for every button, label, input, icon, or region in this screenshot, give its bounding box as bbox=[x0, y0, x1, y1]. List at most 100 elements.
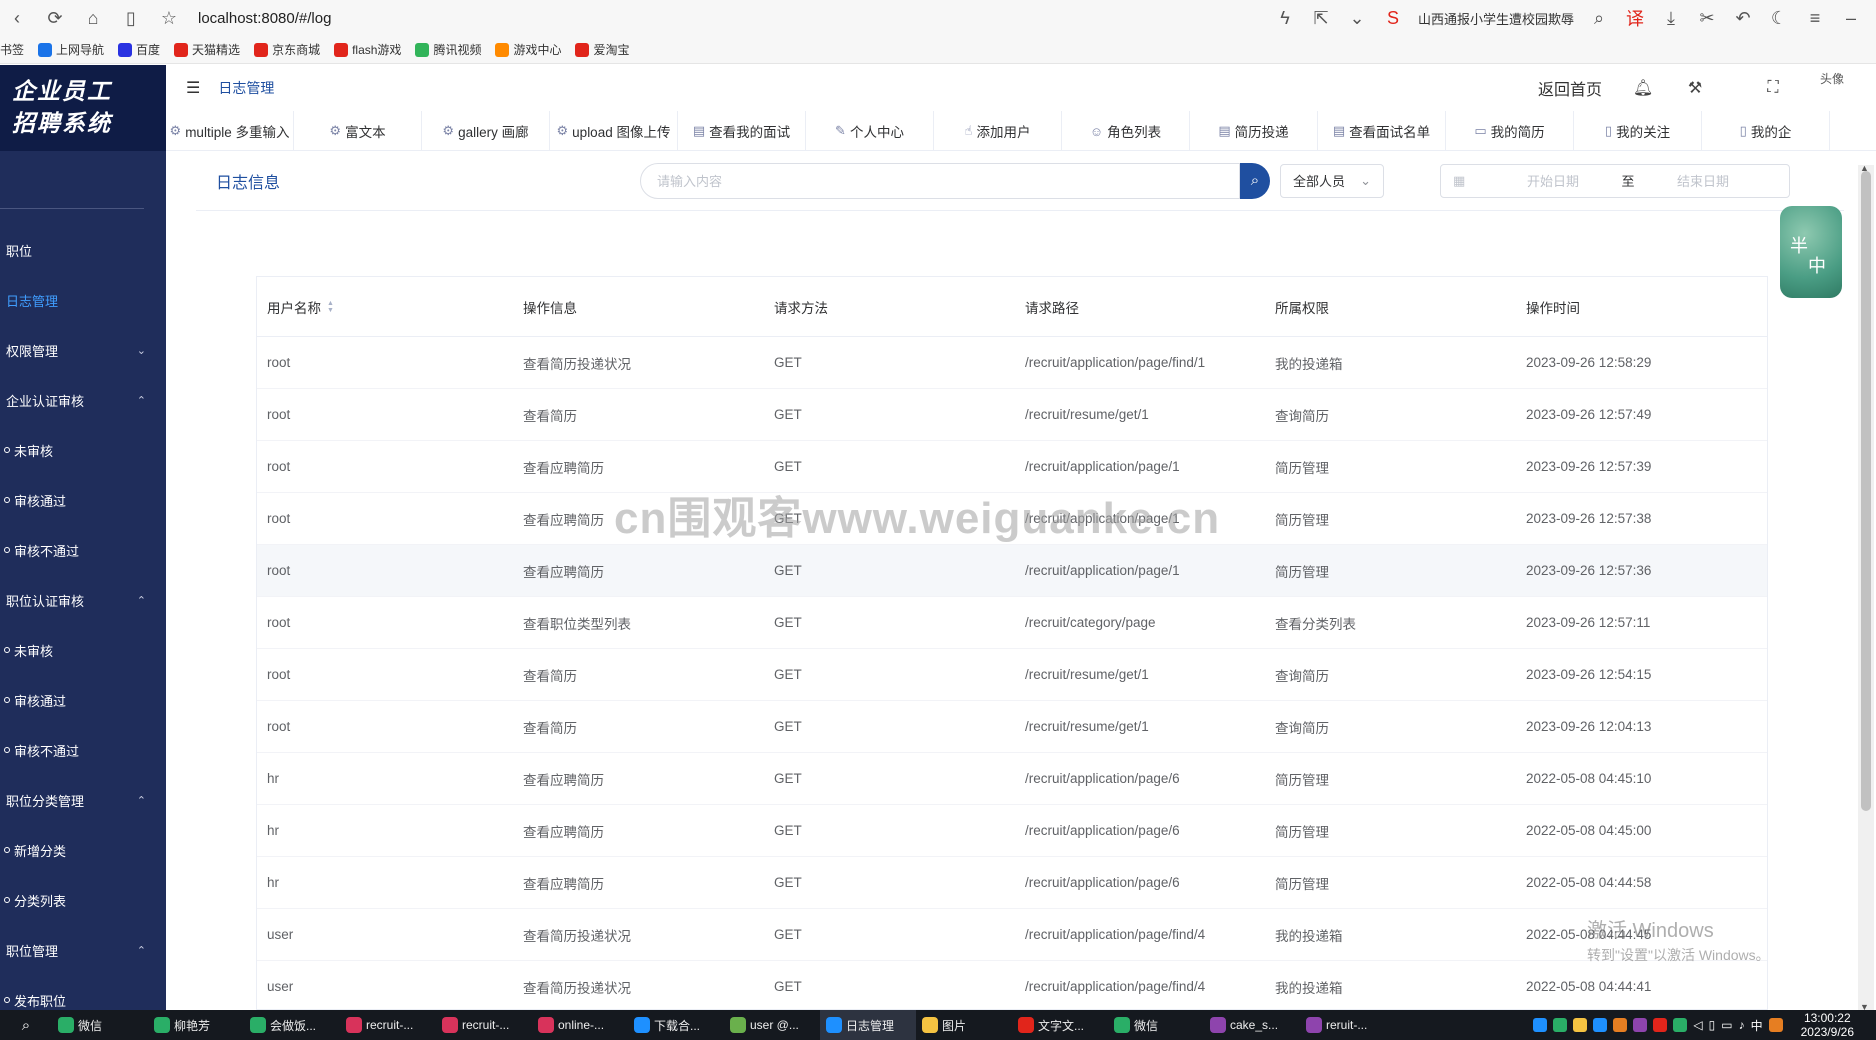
avatar[interactable]: 头像 bbox=[1814, 73, 1850, 103]
speaker-icon[interactable]: ♪ bbox=[1739, 1018, 1745, 1032]
system-clock[interactable]: 13:00:22 2023/9/26 bbox=[1789, 1011, 1866, 1039]
home-link[interactable]: 返回首页 bbox=[1538, 76, 1602, 100]
sort-icon[interactable]: ▲ ▼ bbox=[327, 300, 334, 314]
taskbar-app[interactable]: 会做饭... bbox=[244, 1010, 340, 1040]
search-engine-icon[interactable]: S bbox=[1382, 7, 1404, 29]
tray-app-icon[interactable] bbox=[1573, 1018, 1588, 1032]
sidebar-item[interactable]: 日志管理 bbox=[0, 275, 166, 325]
ime-floating-widget[interactable]: 半 中 bbox=[1780, 206, 1842, 298]
address-bar[interactable]: localhost:8080/#/log bbox=[190, 4, 1274, 32]
table-row[interactable]: hr 查看应聘简历 GET/recruit/application/page/6 简历… bbox=[257, 805, 1767, 857]
menu-icon[interactable]: ≡ bbox=[1804, 7, 1826, 29]
tab-item[interactable]: ▤ 查看面试名单 bbox=[1318, 111, 1446, 150]
tab-item[interactable]: ✎ 个人中心 bbox=[806, 111, 934, 150]
taskbar-app[interactable]: 图片 bbox=[916, 1010, 1012, 1040]
tab-item[interactable]: ⚙ 富文本 bbox=[294, 111, 422, 150]
chevron-down-icon[interactable]: ⌄ bbox=[1346, 7, 1368, 29]
date-range-picker[interactable]: ▦ 开始日期 至 结束日期 bbox=[1440, 163, 1790, 198]
table-row[interactable]: root 查看简历 GET/recruit/resume/get/1 查询简历 2023… bbox=[257, 389, 1767, 441]
sidebar-subitem[interactable]: 审核不通过 bbox=[0, 725, 166, 775]
tab-item[interactable]: ☺ 角色列表 bbox=[1062, 111, 1190, 150]
taskbar-app[interactable]: recruit-... bbox=[436, 1010, 532, 1040]
page-scrollbar[interactable]: ▲ ▼ bbox=[1858, 163, 1874, 1012]
sidebar-group[interactable]: 企业认证审核 ⌃ bbox=[0, 375, 166, 425]
tab-item[interactable]: ▯ 我的关注 bbox=[1574, 111, 1702, 150]
battery-icon[interactable]: ▯ bbox=[1709, 1018, 1716, 1032]
tab-item[interactable]: ▭ 我的简历 bbox=[1446, 111, 1574, 150]
volume-icon[interactable]: ◁ bbox=[1693, 1018, 1702, 1032]
download-icon[interactable]: ⤓ bbox=[1660, 7, 1682, 29]
start-date-input[interactable]: 开始日期 bbox=[1493, 171, 1613, 190]
sidebar-subitem[interactable]: 发布职位 bbox=[0, 975, 166, 1010]
table-row[interactable]: hr 查看应聘简历 GET/recruit/application/page/6 简历… bbox=[257, 857, 1767, 909]
taskbar-app[interactable]: reruit-... bbox=[1300, 1010, 1396, 1040]
sidebar-group[interactable]: 职位认证审核 ⌃ bbox=[0, 575, 166, 625]
sidebar-group[interactable]: 权限管理 ⌄ bbox=[0, 325, 166, 375]
taskbar-app[interactable]: user @... bbox=[724, 1010, 820, 1040]
tray-app-icon[interactable] bbox=[1533, 1018, 1548, 1032]
home-icon[interactable]: ⌂ bbox=[82, 7, 104, 29]
scissors-icon[interactable]: ✂ bbox=[1696, 7, 1718, 29]
bookmark-item[interactable]: 爱淘宝 bbox=[575, 41, 629, 58]
search-button[interactable]: ⌕ bbox=[1240, 162, 1270, 199]
hamburger-icon[interactable]: ☰ bbox=[186, 78, 200, 98]
table-row[interactable]: root 查看简历 GET/recruit/resume/get/1 查询简历 2023… bbox=[257, 649, 1767, 701]
tray-app-icon[interactable] bbox=[1613, 1018, 1628, 1032]
tab-item[interactable]: ⚙ gallery 画廊 bbox=[422, 111, 550, 150]
sidebar-item[interactable]: 职位 bbox=[0, 225, 166, 275]
sidebar-group[interactable]: 职位管理 ⌃ bbox=[0, 925, 166, 975]
taskbar-app[interactable]: 日志管理 bbox=[820, 1010, 916, 1040]
ime-indicator[interactable]: 中 bbox=[1751, 1017, 1763, 1034]
moon-icon[interactable]: ☾ bbox=[1768, 7, 1790, 29]
search-icon[interactable]: ⌕ bbox=[1588, 7, 1610, 29]
tab-item[interactable]: ⚙ upload 图像上传 bbox=[550, 111, 678, 150]
tab-item[interactable]: ▤ 查看我的面试 bbox=[678, 111, 806, 150]
column-header[interactable]: 用户名称 ▲ ▼ bbox=[257, 297, 513, 317]
star-icon[interactable]: ☆ bbox=[158, 7, 180, 29]
hot-search-text[interactable]: 山西通报小学生遭校园欺辱 bbox=[1418, 9, 1574, 28]
table-row[interactable]: root 查看简历投递状况 GET/recruit/application/page… bbox=[257, 337, 1767, 389]
magic-wand-icon[interactable]: ⚒ bbox=[1684, 77, 1706, 99]
table-row[interactable]: root 查看应聘简历 GET/recruit/application/page/1… bbox=[257, 545, 1767, 597]
taskbar-search-icon[interactable]: ⌕ bbox=[0, 1017, 52, 1034]
user-select[interactable]: 全部人员 ⌄ bbox=[1280, 163, 1384, 198]
tab-item[interactable]: ▯ 我的企 bbox=[1702, 111, 1830, 150]
taskbar-app[interactable]: 微信 bbox=[1108, 1010, 1204, 1040]
taskbar-app[interactable]: 文字文... bbox=[1012, 1010, 1108, 1040]
sidebar-subitem[interactable]: 审核不通过 bbox=[0, 525, 166, 575]
undo-icon[interactable]: ↶ bbox=[1732, 7, 1754, 29]
bookmark-item[interactable]: 腾讯视频 bbox=[415, 41, 481, 58]
bookmark-item[interactable]: 天猫精选 bbox=[174, 41, 240, 58]
back-icon[interactable]: ‹ bbox=[6, 7, 28, 29]
table-row[interactable]: root 查看简历 GET/recruit/resume/get/1 查询简历 2023… bbox=[257, 701, 1767, 753]
sidebar-subitem[interactable]: 审核通过 bbox=[0, 475, 166, 525]
sidebar-subitem[interactable]: 未审核 bbox=[0, 425, 166, 475]
scrollbar-thumb[interactable] bbox=[1861, 171, 1871, 811]
network-icon[interactable]: ▭ bbox=[1721, 1018, 1732, 1032]
end-date-input[interactable]: 结束日期 bbox=[1643, 171, 1763, 190]
sidebar-subitem[interactable]: 审核通过 bbox=[0, 675, 166, 725]
taskbar-app[interactable]: online-... bbox=[532, 1010, 628, 1040]
taskbar-app[interactable]: 柳艳芳 bbox=[148, 1010, 244, 1040]
lightning-icon[interactable]: ϟ bbox=[1274, 7, 1296, 29]
bookmark-item[interactable]: 京东商城 bbox=[254, 41, 320, 58]
refresh-icon[interactable]: ⟳ bbox=[44, 7, 66, 29]
bell-icon[interactable]: 🔔︎ bbox=[1632, 77, 1654, 99]
bookmark-item[interactable]: 书签 bbox=[0, 41, 24, 58]
bookmark-item[interactable]: 百度 bbox=[118, 41, 160, 58]
table-row[interactable]: root 查看职位类型列表 GET/recruit/category/page 查看分… bbox=[257, 597, 1767, 649]
table-row[interactable]: hr 查看应聘简历 GET/recruit/application/page/6 简历… bbox=[257, 753, 1767, 805]
tray-app-icon[interactable] bbox=[1633, 1018, 1648, 1032]
tab-item[interactable]: ▤ 简历投递 bbox=[1190, 111, 1318, 150]
table-row[interactable]: user 查看简历投递状况 GET/recruit/application/page… bbox=[257, 909, 1767, 961]
sidebar-subitem[interactable]: 未审核 bbox=[0, 625, 166, 675]
bookmark-item[interactable]: 上网导航 bbox=[38, 41, 104, 58]
tray-wechat-icon[interactable] bbox=[1553, 1018, 1568, 1032]
bookmark-item[interactable]: flash游戏 bbox=[334, 41, 401, 58]
tray-app-icon[interactable] bbox=[1653, 1018, 1668, 1032]
tab-item[interactable]: ⚙ multiple 多重输入 bbox=[166, 111, 294, 150]
taskbar-app[interactable]: cake_s... bbox=[1204, 1010, 1300, 1040]
taskbar-app[interactable]: recruit-... bbox=[340, 1010, 436, 1040]
sidebar-group[interactable]: 职位分类管理 ⌃ bbox=[0, 775, 166, 825]
reading-mode-icon[interactable]: ▯ bbox=[120, 7, 142, 29]
